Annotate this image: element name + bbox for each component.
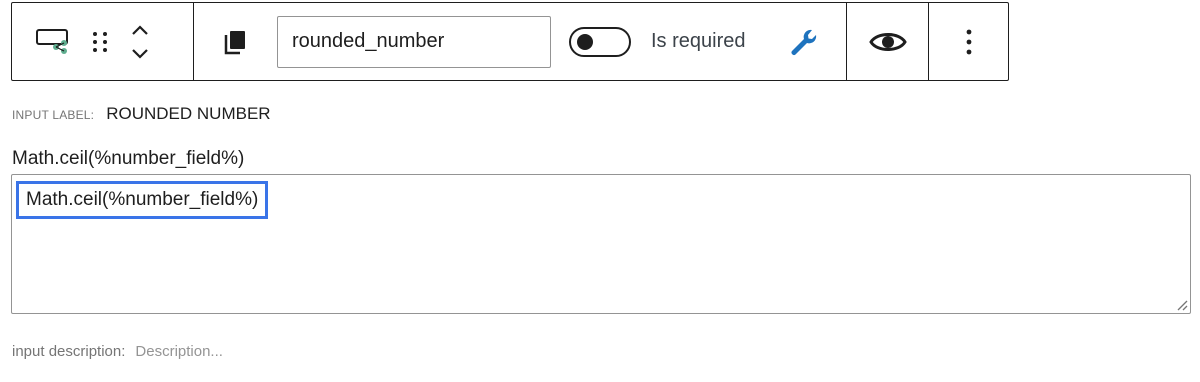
drag-handle-icon[interactable]	[88, 22, 112, 62]
formula-title: Math.ceil(%number_field%)	[12, 148, 245, 169]
more-vertical-icon[interactable]	[957, 22, 981, 62]
input-label-value[interactable]: ROUNDED NUMBER	[106, 104, 270, 124]
eye-icon[interactable]	[868, 22, 908, 62]
toggle-knob	[577, 33, 593, 50]
formula-textarea[interactable]: Math.ceil(%number_field%)	[11, 174, 1191, 314]
formula-highlighted-text: Math.ceil(%number_field%)	[16, 181, 269, 219]
block-toolbar: Is required	[11, 2, 1009, 81]
wrench-icon[interactable]	[786, 25, 820, 59]
block-controls	[12, 3, 194, 80]
chevron-up-icon[interactable]	[128, 18, 152, 42]
visibility-controls	[847, 3, 929, 80]
input-label-key: INPUT LABEL:	[12, 108, 95, 122]
resize-handle-icon[interactable]	[1174, 297, 1188, 311]
calculated-field-icon[interactable]	[30, 18, 78, 66]
description-input[interactable]	[135, 343, 436, 360]
field-name-input[interactable]	[277, 15, 551, 68]
input-label-row: INPUT LABEL: ROUNDED NUMBER	[12, 104, 271, 124]
field-controls: Is required	[194, 3, 847, 80]
copy-icon[interactable]	[220, 27, 250, 57]
block-mover	[128, 18, 152, 66]
more-controls	[929, 3, 1008, 80]
description-key: input description:	[12, 343, 126, 360]
required-label: Is required	[651, 30, 746, 52]
required-toggle[interactable]	[569, 26, 631, 57]
description-row: input description:	[12, 343, 436, 360]
chevron-down-icon[interactable]	[128, 42, 152, 66]
